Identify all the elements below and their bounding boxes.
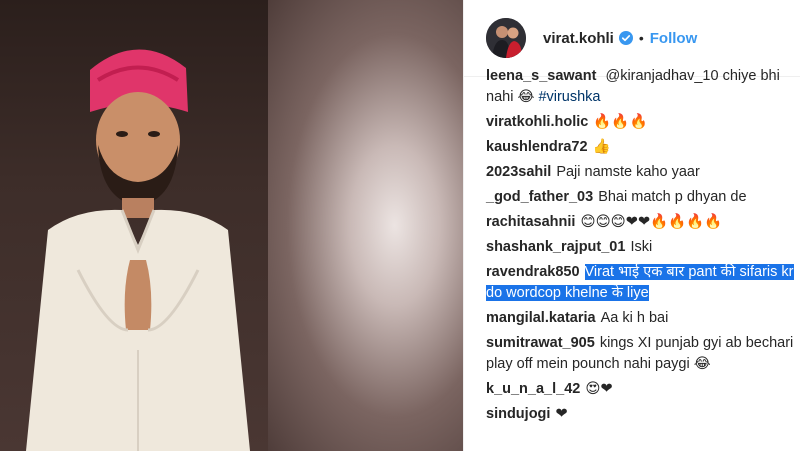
comment-item: mangilal.kataria Aa ki h bai — [486, 308, 796, 329]
comment-username[interactable]: rachitasahnii — [486, 214, 575, 230]
comment-item: leena_s_sawant @kiranjadhav_10 chiye bhi… — [486, 66, 796, 108]
username[interactable]: virat.kohli — [543, 30, 614, 47]
comment-username[interactable]: leena_s_sawant — [486, 68, 596, 84]
comment-item: shashank_rajput_01 Iski — [486, 237, 796, 258]
comment-username[interactable]: mangilal.kataria — [486, 310, 596, 326]
comment-item: sumitrawat_905 kings XI punjab gyi ab bec… — [486, 333, 796, 375]
comment-text: Aa ki h bai — [600, 310, 669, 326]
comment-text: Bhai match p dhyan de — [598, 189, 747, 205]
post-photo[interactable] — [0, 0, 463, 451]
comment-item: sindujogi ❤ — [486, 404, 796, 425]
comment-item: ravendrak850 Virat भाई एक बार pant की sif… — [486, 262, 796, 304]
comment-username[interactable]: _god_father_03 — [486, 189, 593, 205]
comment-hashtag[interactable]: #virushka — [538, 89, 600, 105]
person-figure — [26, 49, 250, 451]
comment-text: 😍❤ — [585, 381, 613, 397]
comment-item: kaushlendra72 👍 — [486, 137, 796, 158]
comment-text: ❤ — [555, 406, 568, 422]
profile-avatar[interactable] — [486, 18, 526, 58]
comment-text: Paji namste kaho yaar — [556, 164, 700, 180]
comment-username[interactable]: sindujogi — [486, 406, 550, 422]
comment-item: _god_father_03 Bhai match p dhyan de — [486, 187, 796, 208]
comment-text: Iski — [630, 239, 653, 255]
comment-item: viratkohli.holic 🔥🔥🔥 — [486, 112, 796, 133]
comment-list: leena_s_sawant @kiranjadhav_10 chiye bhi… — [486, 68, 796, 429]
comment-item: rachitasahnii 😊😊😊❤❤🔥🔥🔥🔥 — [486, 212, 796, 233]
comment-username[interactable]: viratkohli.holic — [486, 114, 588, 130]
comment-username[interactable]: kaushlendra72 — [486, 139, 588, 155]
comment-text: 👍 — [592, 139, 611, 155]
comment-text: 😊😊😊❤❤🔥🔥🔥🔥 — [580, 214, 723, 230]
verified-badge-icon — [618, 31, 633, 45]
photo-background-glow — [268, 0, 463, 451]
separator-dot: • — [638, 30, 644, 46]
comments-panel: virat.kohli • Follow leena_s_sawant @kir… — [463, 0, 800, 451]
comment-username[interactable]: k_u_n_a_l_42 — [486, 381, 580, 397]
comment-username[interactable]: ravendrak850 — [486, 264, 580, 280]
comment-text: 🔥🔥🔥 — [593, 114, 648, 130]
comment-username[interactable]: sumitrawat_905 — [486, 335, 595, 351]
comment-username[interactable]: shashank_rajput_01 — [486, 239, 625, 255]
comment-username[interactable]: 2023sahil — [486, 164, 551, 180]
follow-button[interactable]: Follow — [650, 30, 698, 47]
comment-emoji: 😂 — [517, 89, 535, 105]
comment-item: k_u_n_a_l_42 😍❤ — [486, 379, 796, 400]
comment-item: 2023sahil Paji namste kaho yaar — [486, 162, 796, 183]
